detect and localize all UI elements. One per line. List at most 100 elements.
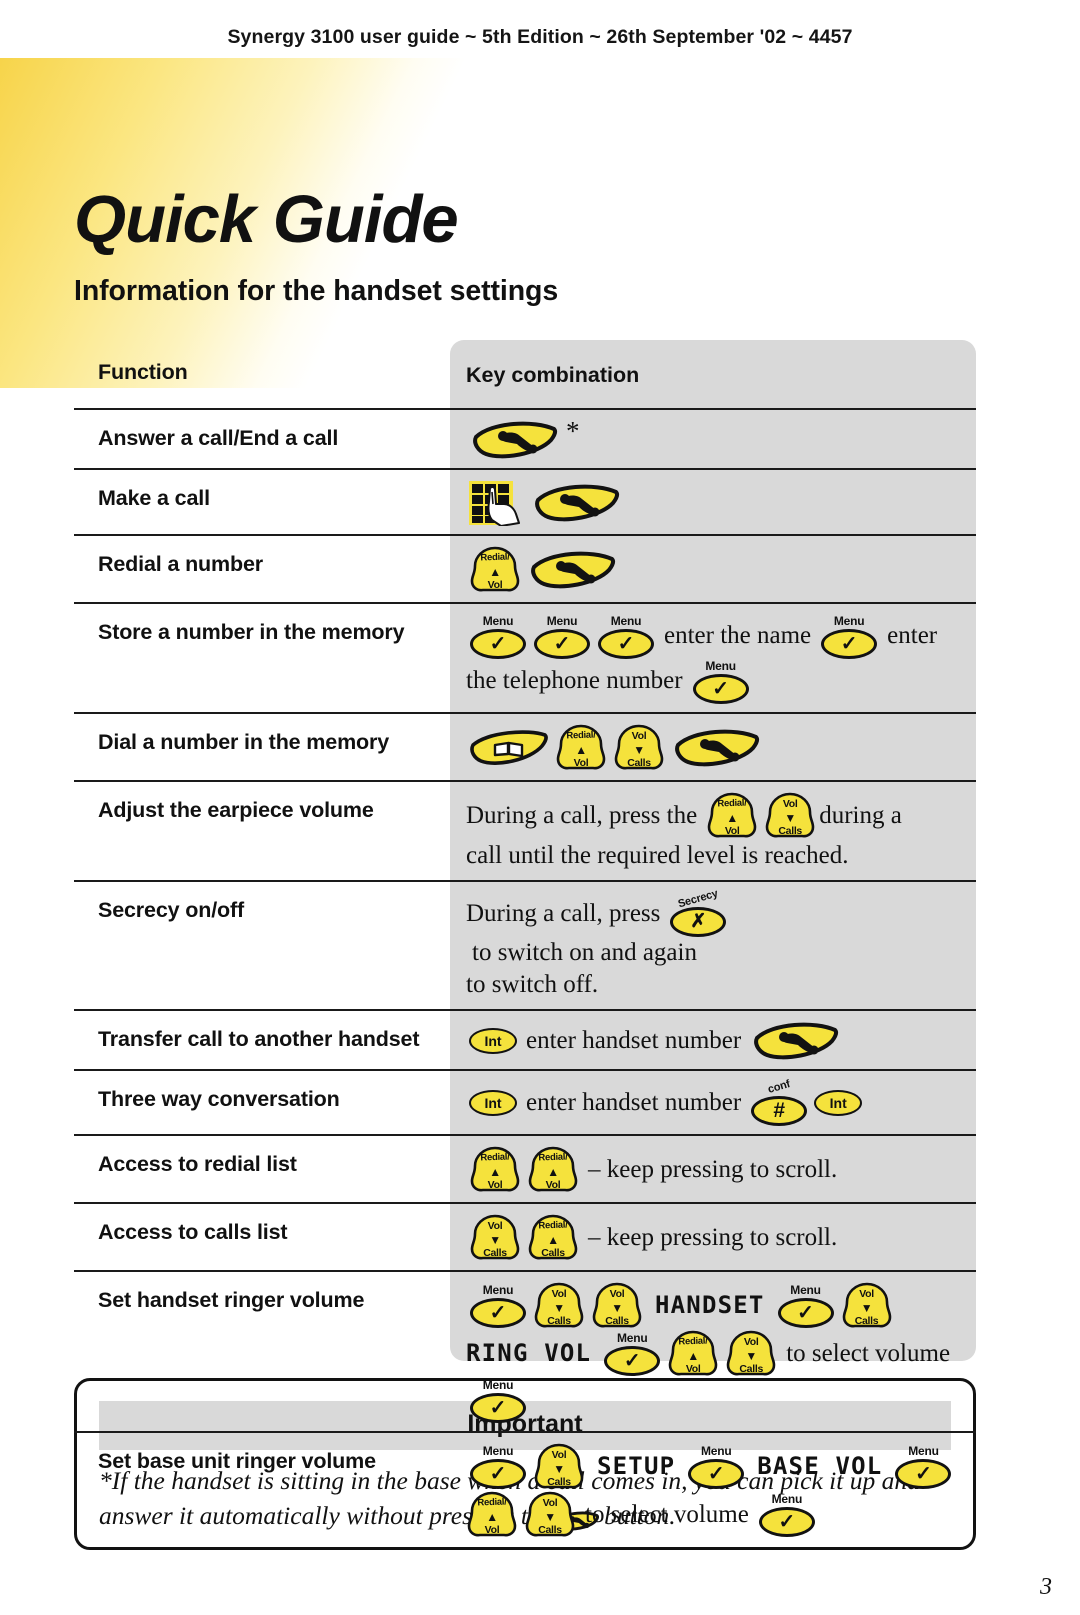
redial-label: Redial/ xyxy=(477,1496,507,1509)
check-icon: ✓ xyxy=(553,632,571,655)
function-label: Set base unit ringer volume xyxy=(98,1448,376,1473)
lcd-display-text: BASE VOL xyxy=(757,1452,883,1481)
instruction-text: to select volume xyxy=(786,1339,951,1367)
key-combination-cell: Vol ▼ Calls Redial/ ▲ Calls – keep press… xyxy=(450,1204,976,1270)
down-arrow-icon: ▼ xyxy=(745,1348,757,1363)
check-icon: ✓ xyxy=(617,632,635,655)
key-combination-cell xyxy=(450,470,976,534)
function-label: Transfer call to another handset xyxy=(98,1026,420,1051)
int-key-icon: Int xyxy=(814,1090,863,1117)
vol-label: Vol xyxy=(724,824,740,837)
instruction-text: During a call, press the xyxy=(466,801,698,829)
check-icon: ✓ xyxy=(712,677,729,700)
key-combination-cell: Int enter handset number xyxy=(450,1011,976,1069)
vol-label: Vol xyxy=(551,1448,567,1461)
vol-label: Vol xyxy=(551,1287,567,1300)
vol-label: Vol xyxy=(631,729,647,742)
vol-calls-key-icon: Vol ▼ Calls xyxy=(469,1214,521,1262)
key-combination-cell: During a call, press the Redial/ ▲ Vol V… xyxy=(450,782,976,880)
hash-icon: # xyxy=(773,1099,786,1123)
menu-key-icon: Menu ✓ xyxy=(895,1444,952,1490)
down-arrow-icon: ▼ xyxy=(784,810,796,825)
talk-key-icon xyxy=(534,483,620,523)
key-combination-cell: Redial/ ▲ Vol xyxy=(450,536,976,602)
menu-key-caption: Menu xyxy=(482,1283,514,1298)
talk-key-icon xyxy=(674,728,760,768)
redial-vol-key-icon: Redial/ ▲ Vol xyxy=(667,1330,719,1378)
up-arrow-icon: ▲ xyxy=(575,742,587,757)
cross-icon: ✗ xyxy=(690,911,707,933)
int-label: Int xyxy=(484,1095,502,1112)
redial-label: Redial/ xyxy=(538,1219,568,1232)
vol-label: Vol xyxy=(743,1335,759,1348)
menu-key-caption: Menu xyxy=(546,613,578,628)
secrecy-key-icon: Secrecy ✗ xyxy=(670,887,727,937)
menu-key-caption: Menu xyxy=(482,613,514,628)
instruction-text: enter handset number xyxy=(526,1026,742,1054)
down-arrow-icon: ▼ xyxy=(489,1232,501,1247)
redial-label: Redial/ xyxy=(480,551,510,564)
down-arrow-icon: ▼ xyxy=(611,1300,623,1315)
int-label: Int xyxy=(484,1032,502,1049)
calls-label: Calls xyxy=(483,1246,507,1259)
up-arrow-icon: ▲ xyxy=(489,1164,501,1179)
function-label: Dial a number in the memory xyxy=(98,729,390,754)
talk-key-icon xyxy=(530,550,616,590)
function-label: Set handset ringer volume xyxy=(98,1287,365,1312)
key-combination-cell: Menu ✓ Vol ▼ Calls SETUP Menu ✓ BASE VOL… xyxy=(450,1433,976,1547)
redial-vol-key-icon: Redial/ ▲ Vol xyxy=(469,1146,521,1194)
calls-label: Calls xyxy=(538,1523,562,1536)
menu-key-caption: Menu xyxy=(482,1444,514,1459)
table-row: Dial a number in the memory Redial/ ▲ Vo… xyxy=(74,711,976,780)
instruction-text: call until the required level is reached… xyxy=(466,841,849,869)
instruction-text: during a xyxy=(819,801,902,829)
vol-label: Vol xyxy=(487,1178,503,1191)
redial-label: Redial/ xyxy=(678,1335,708,1348)
menu-key-icon: Menu ✓ xyxy=(821,613,878,659)
down-arrow-icon: ▼ xyxy=(553,1461,565,1476)
check-icon: ✓ xyxy=(489,1302,507,1325)
table-row: Adjust the earpiece volume During a call… xyxy=(74,779,976,880)
menu-key-icon: Menu ✓ xyxy=(777,1283,834,1329)
lcd-display-text: RING VOL xyxy=(466,1339,592,1368)
vol-label: Vol xyxy=(782,797,798,810)
vol-label: Vol xyxy=(484,1523,500,1536)
key-combination-cell: Redial/ ▲ Vol Vol ▼ Calls xyxy=(450,714,976,780)
instruction-text: to switch on and again xyxy=(472,938,697,966)
table-row: Set base unit ringer volume Menu ✓ Vol ▼… xyxy=(74,1430,976,1547)
redial-vol-key-icon: Redial/ ▲ Vol xyxy=(706,792,758,840)
table-row: Store a number in the memory Menu ✓ Menu… xyxy=(74,601,976,712)
menu-key-caption: Menu xyxy=(482,1377,514,1392)
check-icon: ✓ xyxy=(489,632,507,655)
function-label: Redial a number xyxy=(98,551,264,576)
keypad-icon xyxy=(468,480,522,527)
key-combination-cell: Menu ✓ Vol ▼ Calls Vol ▼ Calls HANDSET M… xyxy=(450,1272,976,1431)
check-icon: ✓ xyxy=(489,1396,507,1419)
menu-key-icon: Menu ✓ xyxy=(604,1331,661,1377)
vol-label: Vol xyxy=(573,756,589,769)
calls-label: Calls xyxy=(547,1475,571,1488)
instruction-text: – keep pressing to scroll. xyxy=(588,1223,838,1251)
calls-label: Calls xyxy=(541,1246,565,1259)
menu-key-icon: Menu ✓ xyxy=(534,614,590,659)
vol-calls-key-icon: Vol ▼ Calls xyxy=(524,1491,576,1539)
lcd-display-text: HANDSET xyxy=(655,1291,765,1320)
redial-label: Redial/ xyxy=(538,1151,568,1164)
redial-vol-key-icon: Redial/ ▲ Vol xyxy=(466,1491,518,1539)
up-arrow-icon: ▲ xyxy=(687,1348,699,1363)
menu-key-caption: Menu xyxy=(700,1444,732,1459)
redial-vol-key-icon: Redial/ ▲ Vol xyxy=(469,546,521,594)
check-icon: ✓ xyxy=(915,1463,932,1486)
menu-key-caption: Menu xyxy=(833,613,865,628)
function-label: Answer a call/End a call xyxy=(98,425,339,450)
menu-key-caption: Menu xyxy=(616,1331,648,1346)
redial-label: Redial/ xyxy=(480,1151,510,1164)
column-header-function: Function xyxy=(98,360,188,384)
table-row: Make a call xyxy=(74,467,976,534)
check-icon: ✓ xyxy=(707,1463,725,1486)
table-header-row: Function Key combination xyxy=(74,340,976,408)
instruction-text: enter handset number xyxy=(526,1089,742,1117)
calls-label: Calls xyxy=(605,1314,629,1327)
redial-vol-key-icon: Redial/ ▲ Calls xyxy=(527,1214,579,1262)
redial-vol-key-icon: Redial/ ▲ Vol xyxy=(555,724,607,772)
